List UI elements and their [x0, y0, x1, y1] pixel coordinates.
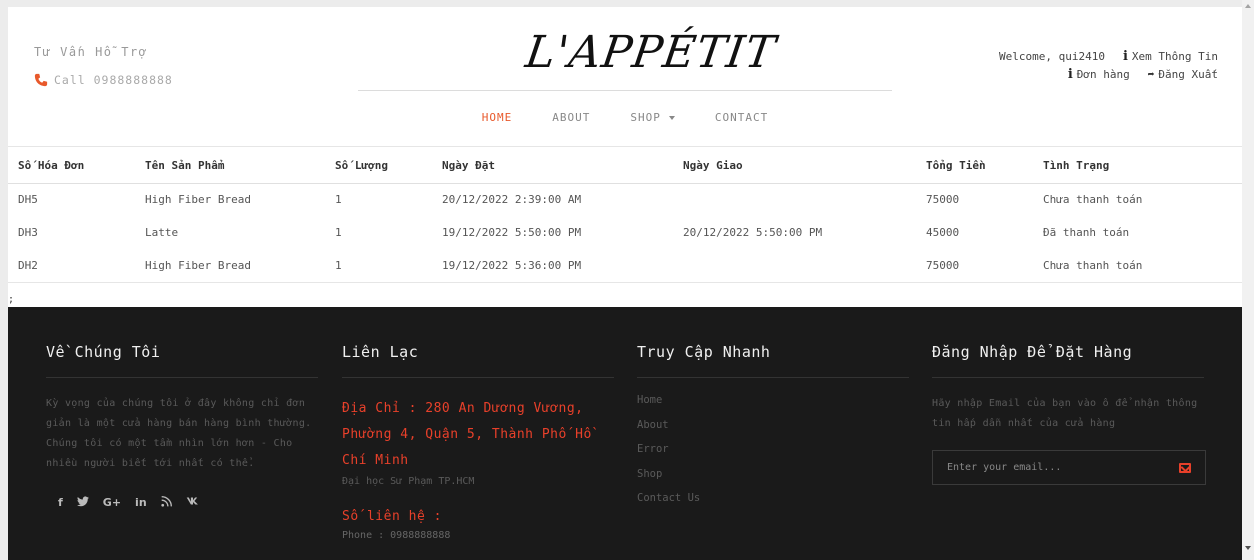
cell-order-date: 19/12/2022 5:36:00 PM: [442, 259, 582, 272]
cell-quantity: 1: [335, 259, 342, 272]
table-header-row: Số Hóa Đơn Tên Sản Phẩm Số Lượng Ngày Đặ…: [8, 148, 1242, 184]
scroll-down-icon[interactable]: [1245, 546, 1251, 550]
cell-status: Đã thanh toán: [1043, 226, 1130, 239]
cell-invoice: DH2: [18, 259, 38, 272]
quick-link-error[interactable]: Error: [637, 443, 909, 468]
footer-phone: Phone : 0988888888: [342, 530, 451, 541]
col-status: Tình Trạng: [1033, 148, 1242, 184]
linkedin-icon[interactable]: in: [135, 496, 147, 510]
footer-quick-title: Truy Cập Nhanh: [637, 343, 909, 378]
orders-link[interactable]: i Đơn hàng: [1068, 67, 1130, 82]
logout-link[interactable]: ➦ Đăng Xuất: [1148, 68, 1218, 81]
footer-contact-title: Liên Lạc: [342, 343, 614, 378]
cell-order-date: 19/12/2022 5:50:00 PM: [442, 226, 582, 239]
logout-icon: ➦: [1147, 67, 1155, 81]
cell-status: Chưa thanh toán: [1043, 259, 1143, 272]
nav-home[interactable]: HOME: [462, 111, 533, 124]
quick-link-about[interactable]: About: [637, 419, 909, 444]
view-info-link[interactable]: i Xem Thông Tin: [1123, 49, 1218, 64]
cell-delivery-date: 20/12/2022 5:50:00 PM: [683, 226, 823, 239]
cell-product: Latte: [145, 226, 179, 239]
cell-invoice: DH3: [18, 226, 38, 239]
scroll-up-icon[interactable]: [1245, 4, 1251, 8]
header: Tư Vấn Hỗ Trợ Call 0988888888 L'APPÉTIT …: [8, 7, 1242, 147]
cell-product: High Fiber Bread: [145, 259, 251, 272]
orders-table: Số Hóa Đơn Tên Sản Phẩm Số Lượng Ngày Đặ…: [8, 148, 1242, 283]
cell-total: 45000: [926, 226, 960, 239]
cell-product: High Fiber Bread: [145, 193, 251, 207]
stray-text: ;: [8, 294, 15, 305]
quick-link-home[interactable]: Home: [637, 394, 909, 419]
footer-address-sub: Đại học Sư Phạm TP.HCM: [342, 476, 475, 487]
nav-about[interactable]: ABOUT: [532, 111, 610, 124]
footer: Về Chúng Tôi Kỳ vọng của chúng tôi ở đây…: [8, 307, 1242, 560]
footer-login-title: Đăng Nhập Để Đặt Hàng: [932, 343, 1204, 378]
table-row: DH5 High Fiber Bread 1 20/12/2022 2:39:0…: [8, 183, 1242, 216]
rss-icon[interactable]: [161, 496, 172, 510]
vk-icon[interactable]: [186, 496, 200, 510]
cell-total: 75000: [926, 259, 960, 272]
footer-about: Về Chúng Tôi Kỳ vọng của chúng tôi ở đây…: [46, 343, 318, 510]
nav-shop[interactable]: SHOP: [610, 111, 695, 124]
page: Tư Vấn Hỗ Trợ Call 0988888888 L'APPÉTIT …: [8, 7, 1242, 560]
cell-total: 75000: [926, 193, 960, 207]
caret-down-icon: [668, 115, 675, 120]
col-delivery-date: Ngày Giao: [673, 148, 916, 184]
cell-order-date: 20/12/2022 2:39:00 AM: [442, 193, 582, 207]
footer-contact: Liên Lạc Địa Chỉ : 280 An Dương Vương, P…: [342, 343, 614, 541]
footer-about-title: Về Chúng Tôi: [46, 343, 318, 378]
col-total: Tổng Tiền: [916, 148, 1033, 184]
user-menu: Welcome, qui2410 i Xem Thông Tin i Đơn hàn…: [999, 47, 1218, 83]
logo-divider: [358, 90, 892, 91]
call-text: Call 0988888888: [54, 73, 173, 87]
footer-phone-label: Số liên hệ :: [342, 509, 442, 524]
col-order-date: Ngày Đặt: [432, 148, 673, 184]
facebook-icon[interactable]: f: [58, 496, 63, 510]
cell-quantity: 1: [335, 226, 342, 239]
site-logo[interactable]: L'APPÉTIT: [522, 27, 779, 78]
nav-contact[interactable]: CONTACT: [695, 111, 788, 124]
email-input[interactable]: [947, 462, 1167, 473]
col-product: Tên Sản Phẩm: [135, 148, 325, 184]
info-icon: i: [1122, 48, 1128, 64]
quick-links: Home About Error Shop Contact Us: [637, 394, 909, 517]
cell-delivery-date: [673, 183, 916, 216]
social-links: f G+ in: [46, 496, 318, 510]
quick-link-shop[interactable]: Shop: [637, 468, 909, 493]
cell-status: Chưa thanh toán: [1043, 193, 1143, 207]
welcome-text: Welcome, qui2410: [998, 49, 1105, 63]
footer-about-text: Kỳ vọng của chúng tôi ở đây không chỉ đơ…: [46, 398, 312, 469]
scrollbar[interactable]: [1242, 0, 1254, 560]
table-row: DH2 High Fiber Bread 1 19/12/2022 5:36:0…: [8, 249, 1242, 282]
footer-address: Địa Chỉ : 280 An Dương Vương, Phường 4, …: [342, 401, 592, 468]
support-text: Tư Vấn Hỗ Trợ: [34, 45, 148, 59]
footer-login-text: Hãy nhập Email của bạn vào ô để nhận thô…: [932, 398, 1198, 429]
footer-quick: Truy Cập Nhanh Home About Error Shop Con…: [637, 343, 909, 517]
cell-invoice: DH5: [18, 193, 38, 207]
twitter-icon[interactable]: [76, 496, 89, 510]
call-link[interactable]: Call 0988888888: [34, 73, 173, 87]
main-nav: HOME ABOUT SHOP CONTACT: [8, 111, 1242, 124]
quick-link-contact[interactable]: Contact Us: [637, 492, 909, 517]
cell-quantity: 1: [335, 193, 342, 207]
table-row: DH3 Latte 1 19/12/2022 5:50:00 PM 20/12/…: [8, 216, 1242, 249]
cell-delivery-date: [673, 249, 916, 282]
col-quantity: Số Lượng: [325, 148, 432, 184]
email-subscribe: [932, 450, 1206, 485]
google-plus-icon[interactable]: G+: [103, 496, 121, 510]
footer-login: Đăng Nhập Để Đặt Hàng Hãy nhập Email của…: [932, 343, 1206, 485]
envelope-icon[interactable]: [1179, 462, 1191, 473]
col-invoice: Số Hóa Đơn: [8, 148, 135, 184]
phone-icon: [34, 73, 48, 87]
info-icon: i: [1067, 66, 1073, 82]
